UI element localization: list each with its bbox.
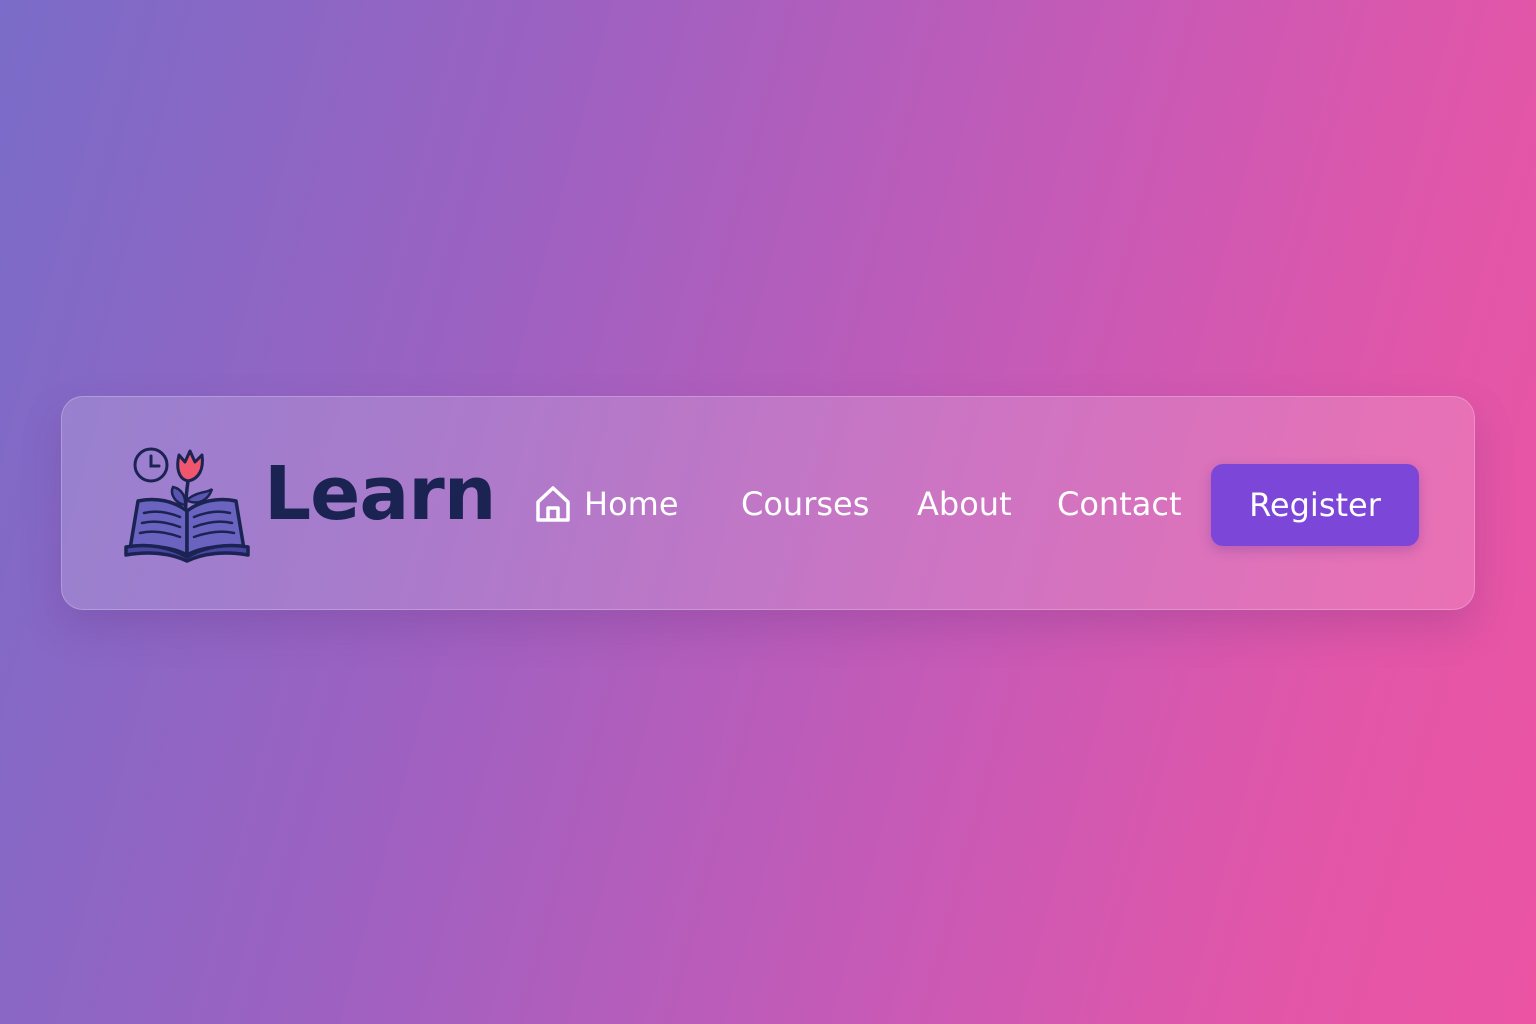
brand-name[interactable]: Learn [264, 457, 496, 531]
nav-item-about[interactable]: About [917, 481, 1012, 527]
nav-item-contact[interactable]: Contact [1057, 481, 1182, 527]
nav-item-label: Courses [741, 485, 870, 523]
nav-item-label: Contact [1057, 485, 1182, 523]
open-book-sprout-clock-icon [124, 447, 250, 563]
nav-item-label: About [917, 485, 1012, 523]
nav-item-home[interactable]: Home [534, 481, 679, 527]
nav-item-courses[interactable]: Courses [741, 481, 869, 527]
register-button[interactable]: Register [1211, 464, 1419, 546]
nav-item-label: Home [584, 485, 679, 523]
brand-logo[interactable] [124, 443, 250, 567]
navbar: Learn Home Courses About Contact Registe… [61, 396, 1475, 610]
home-icon [536, 486, 570, 522]
